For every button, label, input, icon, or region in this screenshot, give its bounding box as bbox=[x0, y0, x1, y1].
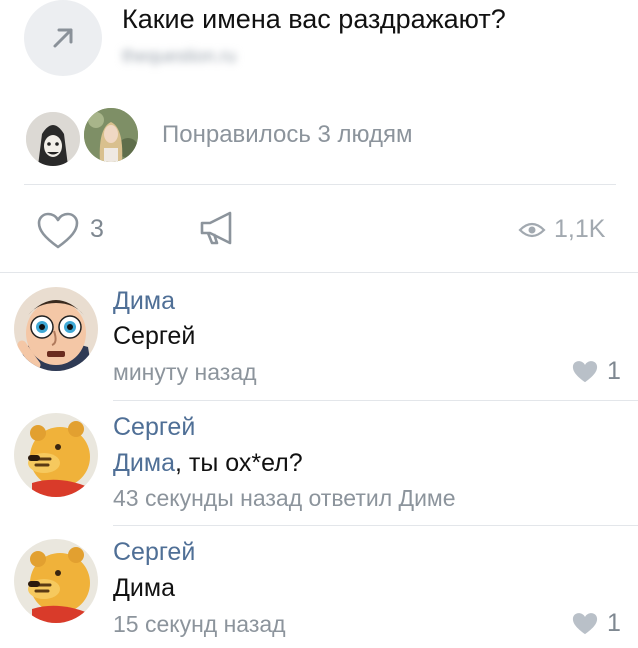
link-domain[interactable]: thequestion.ru bbox=[122, 46, 298, 68]
divider bbox=[0, 272, 638, 273]
comment-avatar[interactable] bbox=[14, 413, 98, 497]
comment-like-count: 1 bbox=[607, 609, 621, 637]
comment-time: минуту назад bbox=[113, 359, 257, 385]
eye-icon bbox=[518, 222, 546, 237]
comment-time: 43 секунды назад ответил Диме bbox=[113, 485, 456, 511]
arrow-up-right-icon bbox=[53, 28, 73, 48]
comment-author[interactable]: Сергей bbox=[113, 413, 195, 442]
views-counter: 1,1K bbox=[518, 215, 605, 244]
comment-author[interactable]: Дима bbox=[113, 287, 175, 316]
heart-outline-icon bbox=[37, 212, 79, 249]
comment-author[interactable]: Сергей bbox=[113, 538, 195, 567]
comment-like-count: 1 bbox=[607, 357, 621, 385]
heart-filled-icon bbox=[572, 612, 598, 634]
comment-text: Дима bbox=[113, 574, 175, 602]
comment-text: Дима, ты ох*ел? bbox=[113, 449, 303, 478]
divider bbox=[113, 525, 638, 526]
liker-avatar[interactable] bbox=[82, 106, 140, 164]
heart-filled-icon bbox=[572, 360, 598, 382]
comment-text: Сергей bbox=[113, 322, 196, 350]
like-button[interactable] bbox=[36, 212, 80, 255]
link-title[interactable]: Какие имена вас раздражают? bbox=[122, 4, 506, 35]
comment-text-rest: , ты ох*ел? bbox=[175, 449, 303, 477]
view-count: 1,1K bbox=[554, 215, 606, 243]
comment-avatar[interactable] bbox=[14, 539, 98, 623]
likes-summary[interactable]: Понравилось 3 людям bbox=[162, 121, 413, 149]
divider bbox=[113, 400, 638, 401]
comment-like-button[interactable]: 1 bbox=[571, 357, 621, 386]
like-count: 3 bbox=[90, 215, 104, 243]
comment-like-button[interactable]: 1 bbox=[571, 609, 621, 638]
comment-avatar[interactable] bbox=[14, 287, 98, 371]
divider bbox=[24, 184, 616, 185]
comment-mention-link[interactable]: Дима bbox=[113, 449, 175, 477]
megaphone-icon bbox=[200, 211, 232, 245]
link-thumbnail[interactable] bbox=[24, 0, 102, 76]
share-button[interactable] bbox=[198, 210, 238, 251]
comment-time: 15 секунд назад bbox=[113, 611, 286, 637]
liker-avatar[interactable] bbox=[24, 110, 82, 168]
